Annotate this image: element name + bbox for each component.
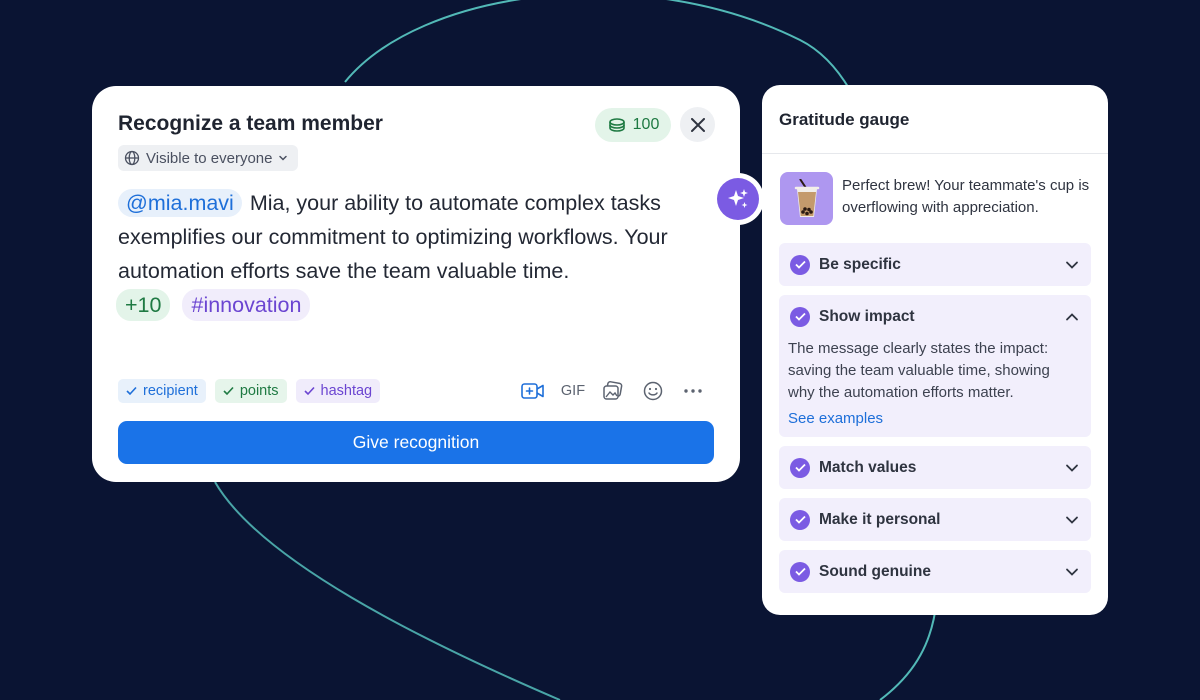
recipient-chip: recipient — [118, 379, 206, 403]
add-video-button[interactable] — [520, 378, 546, 404]
bubble-tea-icon — [794, 178, 819, 217]
message-input[interactable]: @mia.mavi Mia, your ability to automate … — [118, 186, 718, 288]
check-circle-icon — [790, 254, 810, 275]
composer-toolbar: GIF — [520, 378, 706, 404]
sparkles-icon — [728, 189, 748, 208]
criterion-label: Sound genuine — [819, 562, 931, 580]
emoji-button[interactable] — [640, 378, 666, 404]
globe-icon — [124, 150, 140, 166]
chevron-up-icon — [1066, 312, 1078, 320]
chevron-down-icon — [1066, 261, 1078, 269]
criterion-header[interactable]: Show impact — [779, 295, 1091, 338]
criterion-header[interactable]: Match values — [779, 446, 1091, 489]
check-circle-icon — [790, 509, 810, 530]
points-balance-value: 100 — [632, 116, 660, 133]
close-button[interactable] — [680, 107, 715, 142]
criterion-header[interactable]: Sound genuine — [779, 550, 1091, 593]
criterion-sound-genuine[interactable]: Sound genuine — [779, 550, 1091, 593]
see-examples-link[interactable]: See examples — [779, 404, 1091, 437]
check-icon — [223, 386, 234, 396]
more-options-button[interactable] — [680, 378, 706, 404]
chevron-down-icon — [1066, 464, 1078, 472]
criterion-header[interactable]: Be specific — [779, 243, 1091, 286]
hashtag-chip-label: hashtag — [320, 383, 373, 399]
ai-assist-circle — [717, 178, 759, 220]
give-recognition-button[interactable]: Give recognition — [118, 421, 714, 464]
criteria-list: Be specific Show impact The message clea… — [779, 243, 1091, 602]
check-circle-icon — [790, 457, 810, 478]
requirement-chips: recipient points hashtag — [118, 379, 381, 403]
visibility-dropdown[interactable]: Visible to everyone — [118, 145, 299, 171]
chevron-down-icon — [279, 155, 288, 161]
gauge-summary: Perfect brew! Your teammate's cup is ove… — [842, 177, 1090, 216]
chevron-down-icon — [1066, 568, 1078, 576]
bubble-tea-thumbnail — [780, 172, 833, 225]
image-gallery-icon — [603, 381, 623, 400]
smiley-icon — [643, 381, 663, 401]
criterion-show-impact[interactable]: Show impact The message clearly states t… — [779, 295, 1091, 437]
video-add-icon — [521, 383, 544, 399]
criterion-match-values[interactable]: Match values — [779, 446, 1091, 489]
check-circle-icon — [790, 561, 810, 582]
gauge-title: Gratitude gauge — [779, 110, 910, 129]
gif-label: GIF — [560, 383, 586, 399]
points-chip: points — [214, 379, 287, 403]
check-icon — [126, 386, 137, 396]
criterion-label: Show impact — [819, 307, 915, 325]
composer-title: Recognize a team member — [118, 112, 383, 135]
divider — [762, 153, 1108, 154]
more-dots-icon — [684, 389, 702, 393]
criterion-detail: The message clearly states the impact: s… — [788, 340, 1050, 401]
points-chip-label: points — [239, 383, 279, 399]
message-tags: +10 #innovation — [116, 289, 311, 321]
criterion-make-it-personal[interactable]: Make it personal — [779, 498, 1091, 541]
chevron-down-icon — [1066, 516, 1078, 524]
hashtag-tag[interactable]: #innovation — [182, 289, 311, 321]
points-balance-badge[interactable]: 100 — [595, 108, 671, 142]
gif-button[interactable]: GIF — [560, 378, 586, 404]
criterion-label: Match values — [819, 458, 917, 476]
criterion-label: Be specific — [819, 255, 901, 273]
points-tag[interactable]: +10 — [116, 289, 171, 321]
hashtag-chip: hashtag — [295, 379, 381, 403]
gratitude-gauge-panel: Gratitude gauge Perfect brew! Your teamm… — [762, 85, 1108, 615]
visibility-label: Visible to everyone — [146, 149, 273, 167]
criterion-header[interactable]: Make it personal — [779, 498, 1091, 541]
mention-chip[interactable]: @mia.mavi — [118, 189, 242, 217]
recognition-composer-card: Recognize a team member 100 Visible to e… — [92, 86, 740, 482]
check-icon — [303, 386, 315, 396]
close-icon — [690, 117, 705, 132]
add-image-button[interactable] — [600, 378, 626, 404]
check-circle-icon — [790, 306, 810, 327]
recipient-chip-label: recipient — [143, 383, 198, 399]
coins-icon — [608, 118, 625, 132]
criterion-be-specific[interactable]: Be specific — [779, 243, 1091, 286]
criterion-label: Make it personal — [819, 510, 941, 528]
ai-assist-button[interactable] — [712, 173, 764, 225]
